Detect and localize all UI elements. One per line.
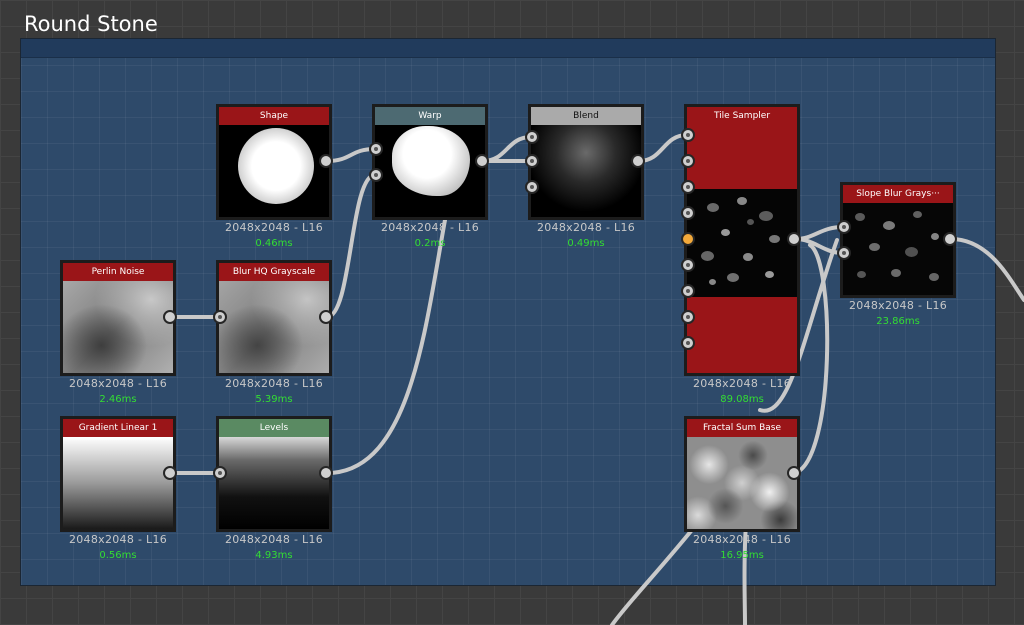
node-gradient-linear-box[interactable]: Gradient Linear 1 [60,416,176,532]
node-warp-thumbnail [375,125,485,217]
node-blend-box[interactable]: Blend [528,104,644,220]
node-shape-output-port[interactable] [319,154,333,168]
node-slope-blur-resolution: 2048x2048 - L16 [848,299,948,312]
node-slope-blur-output-port[interactable] [943,232,957,246]
node-blur-hq-box[interactable]: Blur HQ Grayscale [216,260,332,376]
node-fractal-sum-resolution: 2048x2048 - L16 [692,533,792,546]
node-warp-output-port[interactable] [475,154,489,168]
node-blend-output-port[interactable] [631,154,645,168]
wire-blur-warp [325,173,377,319]
node-tile-sampler-input-port-8[interactable] [681,310,695,324]
node-blur-hq-input-port[interactable] [213,310,227,324]
node-fractal-sum-time: 16.95ms [720,550,764,561]
node-tile-sampler-time: 89.08ms [720,394,764,405]
node-levels-output-port[interactable] [319,466,333,480]
node-blend-time: 0.49ms [567,238,605,249]
node-blend-input-port-1[interactable] [525,130,539,144]
node-shape-box[interactable]: Shape [216,104,332,220]
node-blend-input-port-3[interactable] [525,180,539,194]
node-blur-hq-time: 5.39ms [255,394,293,405]
node-perlin-noise-resolution: 2048x2048 - L16 [68,377,168,390]
node-warp-resolution: 2048x2048 - L16 [380,221,480,234]
node-warp-box[interactable]: Warp [372,104,488,220]
node-tile-sampler-output-port[interactable] [787,232,801,246]
node-tile-sampler-resolution: 2048x2048 - L16 [692,377,792,390]
node-slope-blur-title[interactable]: Slope Blur Grays··· [843,185,953,203]
node-tile-sampler-input-port-7[interactable] [681,284,695,298]
node-blur-hq-thumbnail [219,281,329,373]
node-gradient-linear-output-port[interactable] [163,466,177,480]
node-blend-input-port-2[interactable] [525,154,539,168]
node-warp-title[interactable]: Warp [375,107,485,125]
node-shape-thumbnail [219,125,329,217]
node-slope-blur-box[interactable]: Slope Blur Grays··· [840,182,956,298]
node-perlin-noise-thumbnail [63,281,173,373]
node-tile-sampler-input-port-1[interactable] [681,128,695,142]
node-blur-hq-resolution: 2048x2048 - L16 [224,377,324,390]
node-tile-sampler-input-port-4[interactable] [681,206,695,220]
wire-shape-warp [325,147,377,163]
node-tile-sampler-box[interactable]: Tile Sampler [684,104,800,376]
node-tile-sampler-input-port-6[interactable] [681,258,695,272]
node-fractal-sum-box[interactable]: Fractal Sum Base [684,416,800,532]
node-shape-title[interactable]: Shape [219,107,329,125]
node-warp-time: 0.2ms [414,238,446,249]
wire-levels-warp [325,218,447,475]
wire-blend-tile [637,133,689,163]
node-tile-sampler-input-port-5-active[interactable] [681,232,695,246]
node-slope-blur-time: 23.86ms [876,316,920,327]
node-slope-blur-thumbnail [843,203,953,295]
node-warp-input-port-2[interactable] [369,168,383,182]
node-warp-input-port-1[interactable] [369,142,383,156]
node-blend-title[interactable]: Blend [531,107,641,125]
node-perlin-noise-title[interactable]: Perlin Noise [63,263,173,281]
node-gradient-linear-thumbnail [63,437,173,529]
wire-tile-slope-1 [793,225,845,241]
node-tile-sampler-input-port-3[interactable] [681,180,695,194]
node-tile-sampler-input-port-9[interactable] [681,336,695,350]
node-levels-input-port[interactable] [213,466,227,480]
node-shape-time: 0.46ms [255,238,293,249]
node-levels-box[interactable]: Levels [216,416,332,532]
node-blend-resolution: 2048x2048 - L16 [536,221,636,234]
node-gradient-linear-title[interactable]: Gradient Linear 1 [63,419,173,437]
node-levels-resolution: 2048x2048 - L16 [224,533,324,546]
node-perlin-noise-box[interactable]: Perlin Noise [60,260,176,376]
node-levels-time: 4.93ms [255,550,293,561]
node-levels-title[interactable]: Levels [219,419,329,437]
node-shape-resolution: 2048x2048 - L16 [224,221,324,234]
node-perlin-noise-output-port[interactable] [163,310,177,324]
node-tile-sampler-input-port-2[interactable] [681,154,695,168]
node-blend-thumbnail [531,125,641,217]
wire-warp-blend-1 [481,135,533,163]
node-gradient-linear-resolution: 2048x2048 - L16 [68,533,168,546]
node-blur-hq-output-port[interactable] [319,310,333,324]
node-blur-hq-title[interactable]: Blur HQ Grayscale [219,263,329,281]
node-levels-thumbnail [219,437,329,529]
node-perlin-noise-time: 2.46ms [99,394,137,405]
node-slope-blur-input-port-2[interactable] [837,246,851,260]
node-fractal-sum-thumbnail [687,437,797,529]
node-slope-blur-input-port-1[interactable] [837,220,851,234]
node-tile-sampler-title[interactable]: Tile Sampler [687,107,797,125]
node-fractal-sum-title[interactable]: Fractal Sum Base [687,419,797,437]
wire-slope-out [949,237,1024,302]
node-fractal-sum-output-port[interactable] [787,466,801,480]
node-gradient-linear-time: 0.56ms [99,550,137,561]
node-tile-sampler-thumbnail [687,125,797,373]
